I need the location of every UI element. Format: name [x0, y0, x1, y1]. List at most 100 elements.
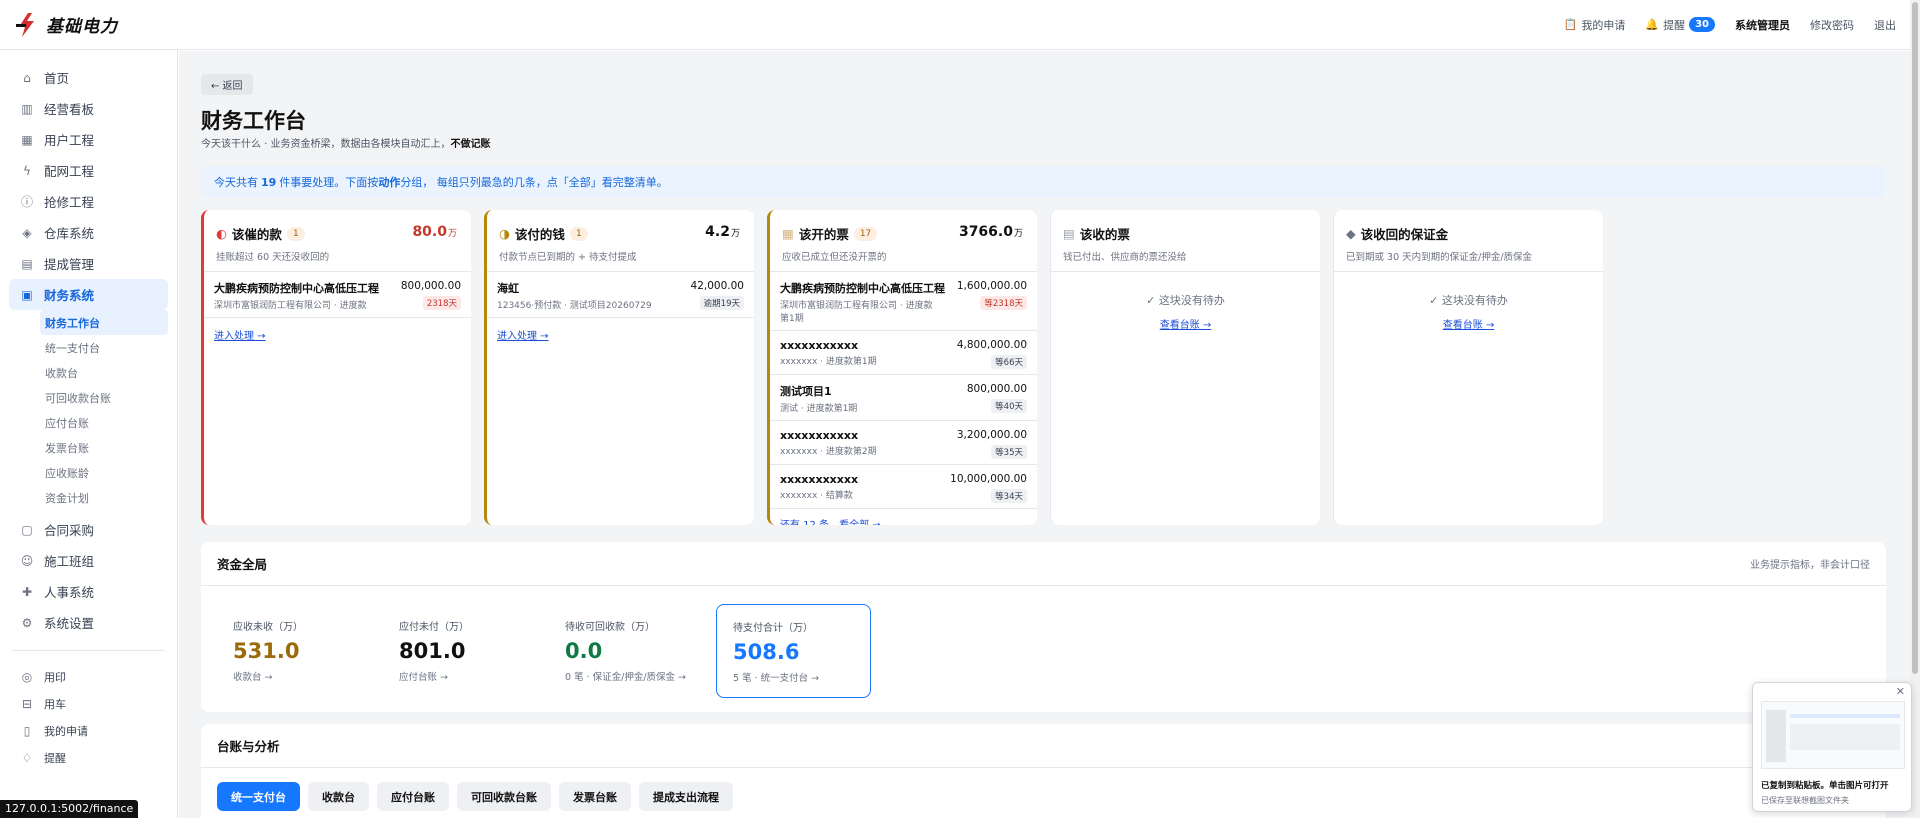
- row-sub: 123456·预付款 · 测试项目20260729: [497, 301, 652, 311]
- stat-receivable[interactable]: 应收未收（万） 531.0 收款台 →: [217, 604, 372, 698]
- alert-text: 件事要处理。下面按: [279, 176, 379, 189]
- card-pay: ◑ 该付的钱 1 付款节点已到期的 + 待支付提成 4.2万 海虹 123456·预…: [484, 210, 754, 525]
- card-amount-unit: 万: [447, 229, 457, 239]
- card-title: 该催的款: [231, 227, 282, 242]
- sidebar-item-car[interactable]: ⊟ 用车: [9, 690, 168, 717]
- current-user[interactable]: 系统管理员: [1735, 17, 1790, 33]
- sidebar-sub-payable[interactable]: 应付台账: [40, 410, 168, 435]
- card-link[interactable]: 还有 12 条，看全部 →: [770, 509, 1037, 525]
- card-amount: 80.0万: [412, 224, 457, 240]
- sidebar-item-hr[interactable]: ✚ 人事系统: [9, 576, 168, 607]
- building-icon: ▦: [21, 132, 33, 147]
- screenshot-preview[interactable]: [1761, 701, 1905, 769]
- sidebar-sub-recoverable[interactable]: 可回收款台账: [40, 385, 168, 410]
- card-link[interactable]: 进入处理 →: [204, 318, 471, 351]
- sidebar-item-crew[interactable]: ☺ 施工班组: [9, 545, 168, 576]
- stat-link[interactable]: 0 笔 · 保证金/押金/质保金 →: [565, 669, 688, 683]
- change-password-link[interactable]: 修改密码: [1810, 17, 1854, 33]
- card-amount-value: 3766.0: [958, 224, 1013, 240]
- screenshot-toast[interactable]: ✕ 已复制到粘贴板。单击图片可打开 已保存至联想截图文件夹: [1752, 682, 1912, 812]
- card-invoice-receive: ▤ 该收的票 钱已付出、供应商的票还没给 ✓ 这块没有待办 查看台账 →: [1050, 210, 1320, 525]
- tab-recoverable[interactable]: 可回收款台账: [457, 782, 551, 811]
- card-amount-unit: 万: [1013, 229, 1023, 239]
- tab-receipt[interactable]: 收款台: [308, 782, 369, 811]
- tab-unified-pay[interactable]: 统一支付台: [217, 782, 300, 811]
- sidebar-sub-finance-workbench[interactable]: 财务工作台: [40, 310, 168, 335]
- stat-payable[interactable]: 应付未付（万） 801.0 应付台账 →: [383, 604, 538, 698]
- stat-pending-pay[interactable]: 待支付合计（万） 508.6 5 笔 · 统一支付台 →: [716, 604, 871, 698]
- sidebar-item-home[interactable]: ⌂ 首页: [9, 62, 168, 93]
- clipboard-icon: 📋: [1563, 18, 1578, 31]
- tab-payable[interactable]: 应付台账: [377, 782, 449, 811]
- sidebar-item-contract[interactable]: ▢ 合同采购: [9, 514, 168, 545]
- sidebar-item-my-apply[interactable]: ▯ 我的申请: [9, 717, 168, 744]
- list-item[interactable]: 大鹏疾病预防控制中心高低压工程 深圳市富银润防工程有限公司 · 进度款第1期 1…: [770, 272, 1037, 331]
- sidebar-sub-unified-pay[interactable]: 统一支付台: [40, 335, 168, 360]
- sidebar-item-dashboard[interactable]: ▥ 经营看板: [9, 93, 168, 124]
- list-item[interactable]: 测试项目1 测试 · 进度款第1期 800,000.00 等40天: [770, 375, 1037, 421]
- list-item[interactable]: 大鹏疾病预防控制中心高低压工程 深圳市富银润防工程有限公司 · 进度款 800,…: [204, 272, 471, 318]
- sidebar-item-commission[interactable]: ▤ 提成管理: [9, 248, 168, 279]
- list-item[interactable]: xxxxxxxxxxx xxxxxxx · 进度款第2期 3,200,000.0…: [770, 421, 1037, 465]
- card-amount: 3766.0万: [959, 224, 1023, 240]
- stat-link[interactable]: 5 笔 · 统一支付台 →: [733, 670, 854, 684]
- square-icon: ▦: [782, 226, 794, 241]
- row-tag: 逾期19天: [699, 296, 744, 310]
- card-link[interactable]: 进入处理 →: [487, 318, 754, 351]
- row-title: 海虹: [497, 282, 519, 295]
- row-sub: xxxxxxx · 进度款第1期: [780, 357, 877, 367]
- card-amount-value: 4.2: [705, 224, 730, 240]
- tab-commission-flow[interactable]: 提成支出流程: [639, 782, 733, 811]
- box-icon: ◈: [22, 225, 32, 240]
- list-item[interactable]: xxxxxxxxxxx xxxxxxx · 进度款第1期 4,800,000.0…: [770, 331, 1037, 375]
- sidebar-sub-aging[interactable]: 应收账龄: [40, 460, 168, 485]
- sidebar-sub-invoice[interactable]: 发票台账: [40, 435, 168, 460]
- list-item[interactable]: xxxxxxxxxxx xxxxxxx · 结算款 10,000,000.00 …: [770, 465, 1037, 509]
- row-title: 大鹏疾病预防控制中心高低压工程: [214, 282, 379, 295]
- my-apply-link[interactable]: 📋 我的申请: [1564, 17, 1626, 33]
- sidebar-item-warehouse[interactable]: ◈ 仓库系统: [9, 217, 168, 248]
- document-icon: ▤: [1063, 226, 1075, 241]
- sidebar-item-remind[interactable]: ♢ 提醒: [9, 744, 168, 771]
- app-logo[interactable]: 基础电力: [14, 12, 118, 38]
- sidebar-item-grid-project[interactable]: ϟ 配网工程: [9, 155, 168, 186]
- sidebar-sub-fund-plan[interactable]: 资金计划: [40, 485, 168, 510]
- stat-value: 531.0: [233, 639, 300, 663]
- tab-invoice[interactable]: 发票台账: [559, 782, 631, 811]
- card-deposit: ◆ 该收回的保证金 已到期或 30 天内到期的保证金/押金/质保金 ✓ 这块没有待…: [1333, 210, 1603, 525]
- sidebar-item-seal[interactable]: ◎ 用印: [9, 663, 168, 690]
- alert-text: 分组， 每组只列最急的几条，点「全部」看完整清单。: [400, 176, 668, 189]
- stat-link[interactable]: 应付台账 →: [399, 669, 522, 683]
- list-item[interactable]: 海虹 123456·预付款 · 测试项目20260729 42,000.00 逾…: [487, 272, 754, 318]
- panel-note: 业务提示指标，非会计口径: [1750, 560, 1870, 571]
- remind-link[interactable]: 🔔 提醒 30: [1645, 17, 1715, 33]
- contract-icon: ▢: [21, 522, 33, 537]
- stamp-icon: ◎: [21, 669, 33, 684]
- sidebar-item-label: 人事系统: [44, 585, 95, 600]
- stat-link[interactable]: 收款台 →: [233, 669, 356, 683]
- card-link[interactable]: 查看台账 →: [1334, 316, 1603, 331]
- sidebar-item-label: 系统设置: [44, 616, 95, 631]
- sidebar-divider: [12, 650, 165, 651]
- scrollbar-thumb[interactable]: [1912, 2, 1918, 674]
- half-circle-red-icon: ◐: [216, 226, 227, 241]
- panel-title: 资金全局: [217, 557, 268, 572]
- sidebar-item-user-project[interactable]: ▦ 用户工程: [9, 124, 168, 155]
- my-apply-label: 我的申请: [1581, 18, 1626, 32]
- row-tag: 等66天: [991, 355, 1027, 369]
- bell-icon: ♢: [21, 750, 33, 765]
- wallet-icon: ▣: [21, 287, 33, 302]
- logout-link[interactable]: 退出: [1874, 17, 1896, 33]
- sidebar-item-settings[interactable]: ⚙ 系统设置: [9, 607, 168, 638]
- card-link[interactable]: 查看台账 →: [1051, 316, 1320, 331]
- close-icon[interactable]: ✕: [1896, 685, 1905, 698]
- sidebar-sub-receipt[interactable]: 收款台: [40, 360, 168, 385]
- stat-recoverable[interactable]: 待收可回收款（万） 0.0 0 笔 · 保证金/押金/质保金 →: [549, 604, 704, 698]
- sidebar-item-finance[interactable]: ▣ 财务系统: [9, 279, 168, 310]
- empty-text: ✓ 这块没有待办: [1429, 294, 1508, 307]
- people-icon: ☺: [20, 553, 34, 568]
- sidebar-item-repair-project[interactable]: ⓘ 抢修工程: [9, 186, 168, 217]
- back-button[interactable]: ← 返回: [201, 74, 253, 95]
- status-bar-url: 127.0.0.1:5002/finance: [0, 800, 139, 818]
- row-amount: 800,000.00: [400, 280, 461, 292]
